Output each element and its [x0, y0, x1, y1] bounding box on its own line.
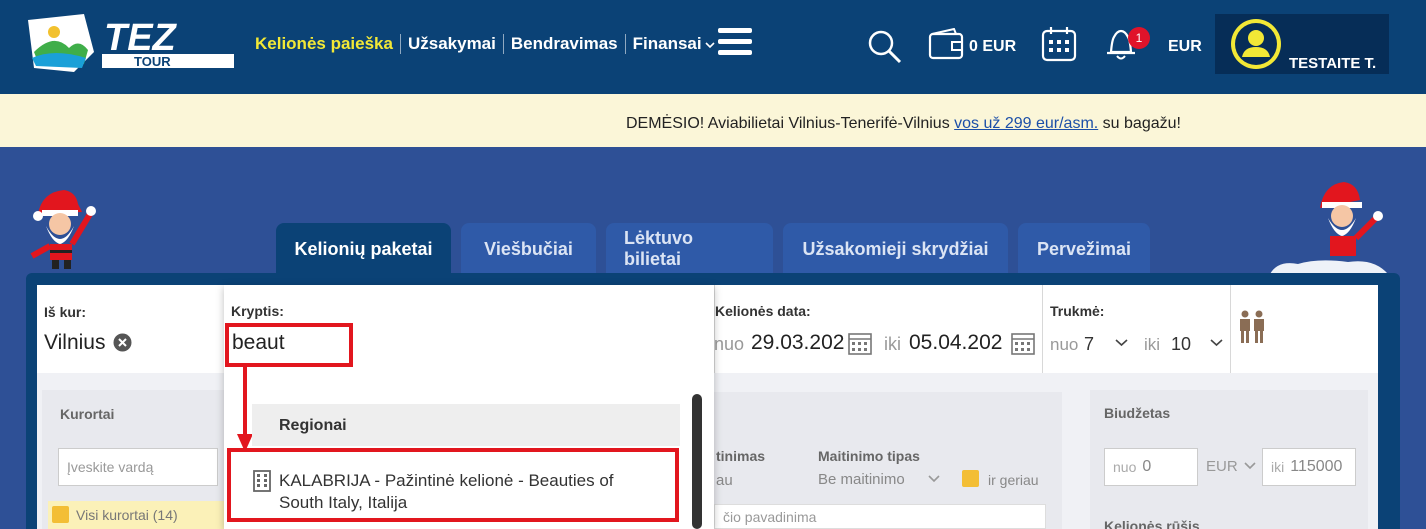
santa-decoration [30, 190, 96, 269]
notice-link[interactable]: vos už 299 eur/asm. [954, 115, 1098, 132]
resorts-search-input[interactable]: Įveskite vardą [58, 448, 218, 486]
from-label: Iš kur: [44, 304, 87, 320]
or-better-label: ir geriau [988, 472, 1039, 488]
budget-from-input[interactable]: nuo 0 [1104, 448, 1198, 486]
nav-travel-search[interactable]: Kelionės paieška [255, 34, 400, 54]
duration-from-prefix: nuo [1050, 335, 1079, 354]
tab-hotels[interactable]: Viešbučiai [461, 223, 596, 275]
avatar-icon[interactable] [1228, 16, 1284, 72]
svg-text:TOUR: TOUR [134, 54, 171, 69]
nav-communication[interactable]: Bendravimas [502, 34, 625, 54]
notice-prefix: DEMĖSIO! Aviabilietai Vilnius-Tenerifė-V… [626, 115, 955, 132]
calendar-icon[interactable] [1011, 331, 1035, 355]
wallet-icon[interactable] [928, 28, 966, 62]
budget-to-value: 115000 [1290, 458, 1343, 475]
direction-label: Kryptis: [231, 303, 284, 319]
nav-finance-label: Finansai [632, 34, 702, 53]
chevron-down-icon [1210, 339, 1223, 347]
chevron-down-icon [705, 42, 715, 49]
nav-orders[interactable]: Užsakymai [399, 34, 503, 54]
travelers-icon[interactable] [1237, 310, 1267, 344]
tour-sort-label: Kelionės rūšis [1104, 518, 1200, 529]
tab-transfers[interactable]: Pervežimai [1018, 223, 1150, 275]
currency-selector[interactable]: EUR [1168, 38, 1202, 56]
calendar-icon[interactable] [848, 331, 872, 355]
notice-text: DEMĖSIO! Aviabilietai Vilnius-Tenerifė-V… [626, 115, 1181, 133]
divider [714, 285, 715, 373]
date-to-prefix: iki [884, 334, 901, 354]
chevron-down-icon [1244, 462, 1256, 470]
budget-from-value: 0 [1142, 458, 1152, 475]
chevron-down-icon [928, 475, 940, 483]
chevron-down-icon [1115, 339, 1128, 347]
wallet-balance[interactable]: 0 EUR [969, 38, 1016, 56]
all-resorts-option[interactable]: Visi kurortai (14) [48, 501, 224, 529]
meal-type-select[interactable]: Be maitinimo [818, 471, 905, 488]
clear-icon[interactable] [113, 333, 132, 352]
main-nav: Kelionės paieška Užsakymai Bendravimas F… [255, 34, 722, 54]
tab-charter-flights[interactable]: Užsakomieji skrydžiai [783, 223, 1008, 275]
checkbox-checked-icon[interactable] [52, 506, 69, 523]
budget-from-prefix: nuo [1113, 459, 1137, 475]
budget-currency-select[interactable]: EUR [1206, 458, 1238, 475]
duration-label: Trukmė: [1050, 303, 1105, 319]
calendar-icon[interactable] [1041, 26, 1077, 62]
date-label: Kelionės data: [715, 303, 811, 319]
duration-to-prefix: iki [1144, 335, 1161, 354]
tab-travel-packages[interactable]: Kelionių paketai [276, 223, 451, 275]
dropdown-scrollbar[interactable] [692, 394, 702, 529]
date-to-input[interactable]: 05.04.202 [909, 331, 1002, 355]
from-value[interactable]: Vilnius [44, 331, 105, 355]
checkbox-checked-icon[interactable] [962, 470, 979, 487]
user-name[interactable]: TESTAITE T. [1289, 55, 1376, 72]
date-from-input[interactable]: 29.03.202 [751, 331, 844, 355]
tab-flight-tickets[interactable]: Lėktuvo bilietai [606, 223, 773, 275]
nav-finance[interactable]: Finansai [624, 34, 722, 54]
notification-badge: 1 [1128, 27, 1150, 49]
budget-to-input[interactable]: iki 115000 [1262, 448, 1356, 486]
meal-sub: au [716, 472, 733, 489]
highlight-box [225, 323, 353, 367]
date-from-prefix: nuo [714, 334, 745, 354]
tez-tour-logo[interactable]: TEZ TOUR [24, 12, 238, 76]
menu-icon[interactable] [718, 28, 752, 62]
meal-type-label: Maitinimo tipas [818, 448, 920, 464]
budget-to-prefix: iki [1271, 459, 1285, 475]
section-title: Regionai [279, 417, 347, 434]
notice-suffix: su bagažu! [1098, 115, 1181, 132]
meal-label: tinimas [716, 448, 766, 464]
duration-to-select[interactable]: 10 [1171, 334, 1191, 355]
budget-label: Biudžetas [1104, 405, 1171, 421]
hotel-name-input[interactable]: čio pavadinima [714, 504, 1046, 529]
divider [1230, 285, 1231, 373]
svg-text:TEZ: TEZ [104, 17, 178, 59]
highlight-box [227, 448, 679, 522]
resorts-label: Kurortai [60, 406, 115, 422]
search-icon[interactable] [866, 28, 904, 66]
duration-from-select[interactable]: 7 [1084, 334, 1094, 355]
divider [1042, 285, 1043, 373]
search-tabs: Kelionių paketai Viešbučiai Lėktuvo bili… [276, 223, 1160, 275]
